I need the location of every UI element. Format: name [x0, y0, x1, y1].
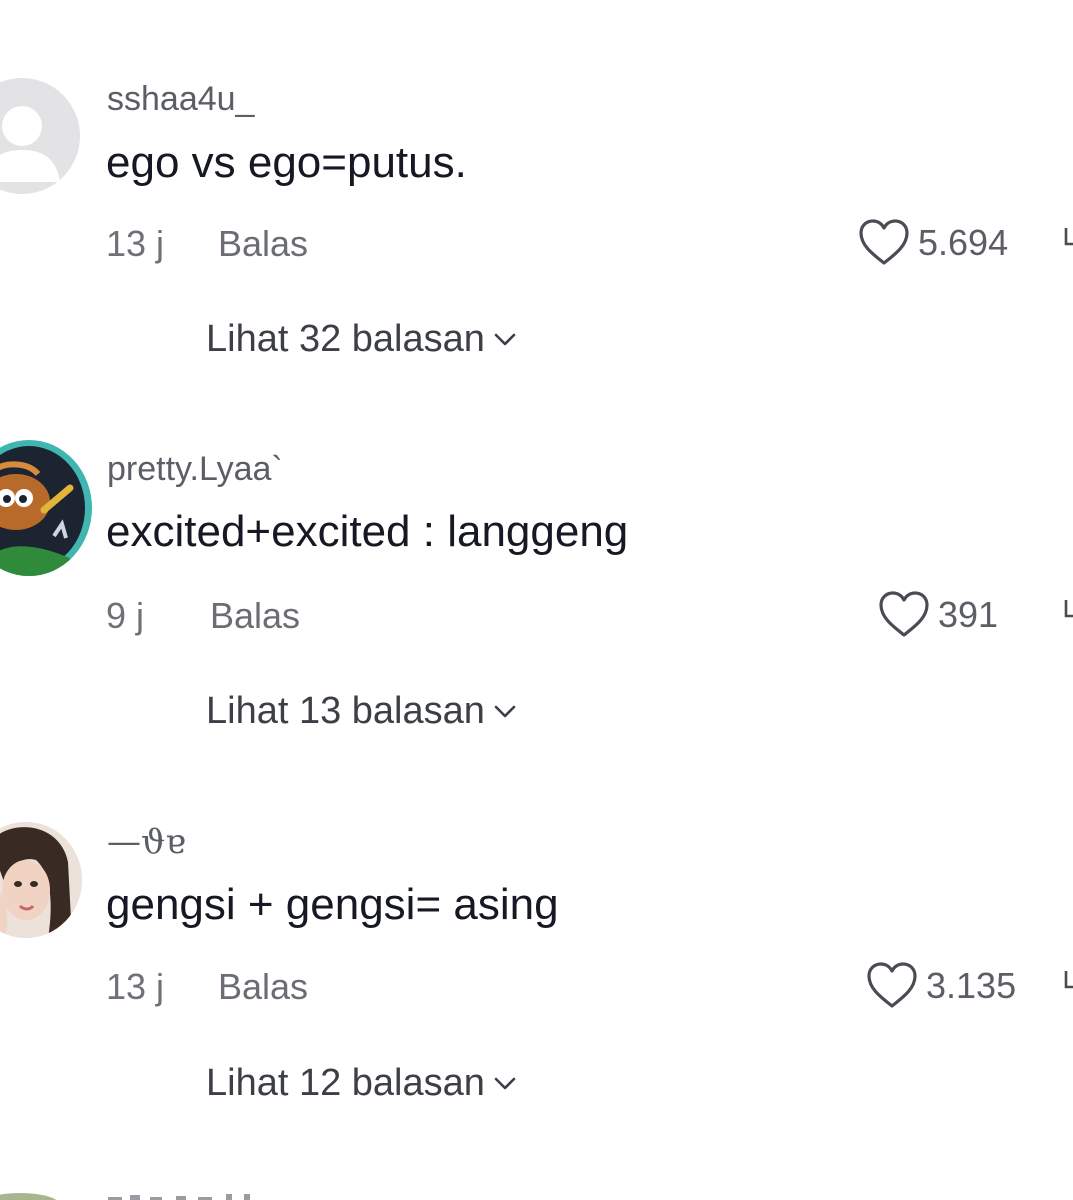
clipped-content [0, 1193, 250, 1200]
comment-text: ego vs ego=putus. [106, 138, 467, 187]
profile-photo-icon [0, 822, 82, 938]
like-button[interactable]: 5.694 [856, 218, 1008, 268]
comment-item: sshaa4u_ ego vs ego=putus. 13 j Balas 5.… [0, 0, 1073, 400]
reply-button[interactable]: Balas [218, 223, 308, 265]
like-count: 3.135 [926, 965, 1017, 1006]
thumbs-down-icon[interactable] [1063, 967, 1073, 997]
like-count: 391 [938, 594, 999, 635]
like-button[interactable]: 3.135 [864, 961, 1016, 1011]
comment-time: 9 j [106, 595, 145, 636]
comment-time: 13 j [106, 966, 165, 1007]
default-avatar[interactable] [0, 78, 80, 194]
view-replies-button[interactable]: Lihat 12 balasan [206, 1062, 517, 1105]
like-button[interactable]: 391 [876, 590, 998, 640]
cartoon-character-icon [0, 446, 85, 576]
default-user-icon [0, 106, 60, 182]
photo-avatar[interactable] [0, 822, 82, 938]
cartoon-avatar[interactable] [0, 440, 92, 576]
view-replies-button[interactable]: Lihat 32 balasan [206, 318, 517, 361]
comment-text: gengsi + gengsi= asing [106, 880, 559, 929]
comment-username[interactable]: sshaa4u_ [107, 80, 254, 119]
thumbs-down-icon[interactable] [1063, 224, 1073, 254]
view-replies-button[interactable]: Lihat 13 balasan [206, 690, 517, 733]
thumbs-down-icon[interactable] [1063, 596, 1073, 626]
comments-panel: sshaa4u_ ego vs ego=putus. 13 j Balas 5.… [0, 0, 1073, 1200]
chevron-down-icon [494, 1077, 516, 1089]
heart-outline-icon [859, 219, 909, 265]
view-replies-label: Lihat 13 balasan [206, 690, 485, 732]
like-count: 5.694 [918, 222, 1009, 263]
heart-outline-icon [867, 962, 917, 1008]
comment-time: 13 j [106, 223, 165, 264]
chevron-down-icon [494, 705, 516, 717]
heart-outline-icon [879, 591, 929, 637]
comment-username[interactable]: pretty.Lyaa` [107, 450, 283, 489]
comment-text: excited+excited : langgeng [106, 507, 629, 556]
chevron-down-icon [494, 333, 516, 345]
reply-button[interactable]: Balas [210, 595, 300, 637]
comment-username[interactable]: —ϑɐ [107, 822, 186, 862]
view-replies-label: Lihat 32 balasan [206, 318, 485, 360]
reply-button[interactable]: Balas [218, 966, 308, 1008]
view-replies-label: Lihat 12 balasan [206, 1062, 485, 1104]
next-comment-peek [0, 1188, 1073, 1200]
